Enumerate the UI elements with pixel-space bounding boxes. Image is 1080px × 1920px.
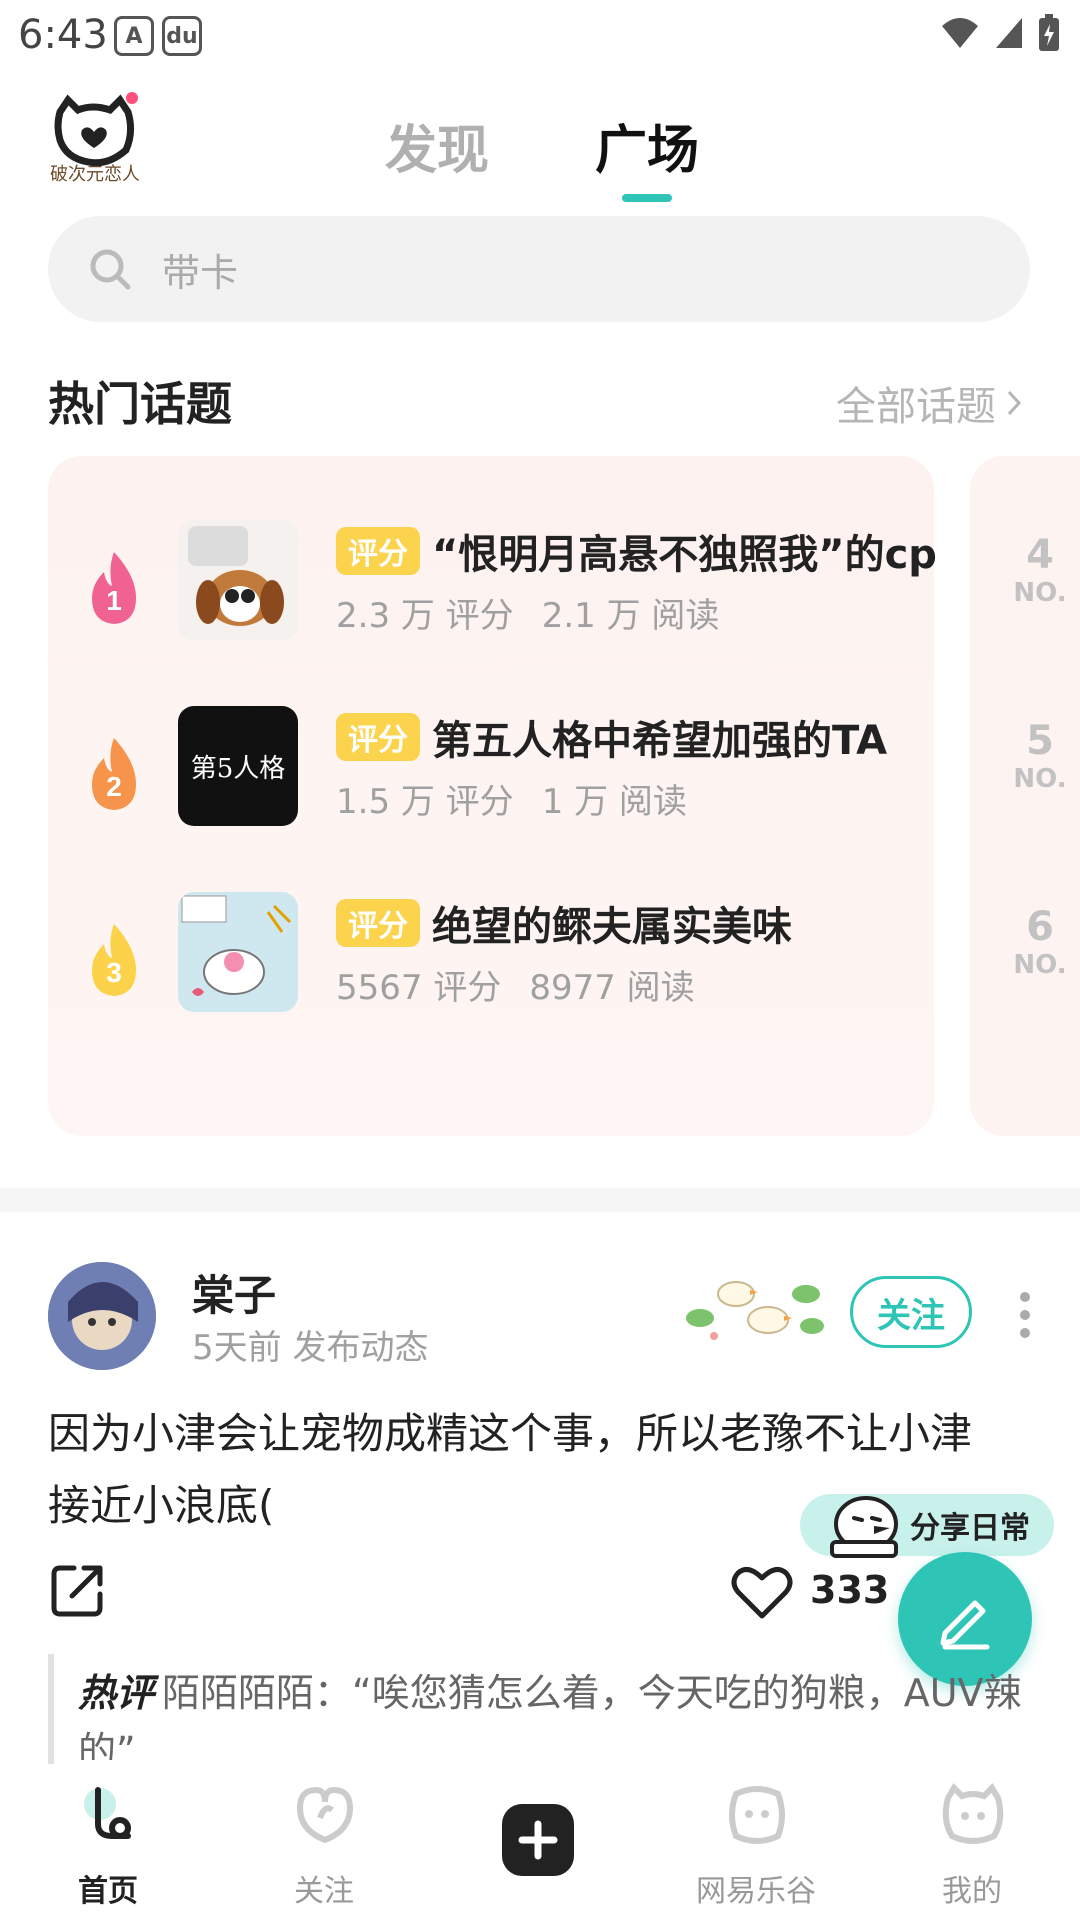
share-icon[interactable] [48,1560,108,1620]
svg-text:3: 3 [106,957,122,988]
post-username[interactable]: 棠子 [192,1262,276,1323]
topic-3-ratings: 5567 评分 [336,968,502,1008]
topic-2-ratings: 1.5 万 评分 [336,782,514,822]
search-placeholder: 带卡 [162,250,239,295]
nav-add[interactable] [470,1764,610,1920]
hot-topics-title: 热门话题 [48,377,232,431]
hot-comment[interactable]: 热评 陌陌陌陌：“唉您猜怎么着，今天吃的狗粮，AUV辣的” [78,1664,1038,1760]
post-meta: 5天前 发布动态 [192,1328,429,1368]
topic-3-thumbnail [178,892,298,1012]
topic-3-title: 绝望的鳏夫属实美味 [432,904,792,950]
nav-follow[interactable]: 关注 [254,1764,394,1920]
topic-1-stats: 2.3 万 评分 2.1 万 阅读 [336,588,719,637]
rank-2-flame-icon: 2 [92,738,136,810]
topic-row-3[interactable]: 3 评分 绝望的鳏夫属实美味 5567 评分 8977 阅读 [48,872,934,1032]
nav-profile-label: 我的 [942,1874,1002,1909]
side-rank-6: 6 NO. [1000,904,1080,980]
avatar[interactable] [48,1262,156,1370]
home-icon [84,1787,131,1839]
topic-2-title: 第五人格中希望加强的TA [432,718,888,764]
status-bar: 6:43 A du [0,0,1080,72]
like-count: 333 [810,1568,890,1612]
nav-home-label: 首页 [78,1874,138,1909]
topic-1-ratings: 2.3 万 评分 [336,596,514,636]
chevron-right-icon [1007,390,1022,416]
topic-3-stats: 5567 评分 8977 阅读 [336,960,695,1009]
side-rank-no: NO. [1013,578,1067,608]
hot-comment-text: 陌陌陌陌：“唉您猜怎么着，今天吃的狗粮，AUV辣的” [78,1671,1022,1760]
nav-home[interactable]: 首页 [38,1764,178,1920]
topic-row-1[interactable]: 1 评分 “恨明月高悬不独照我”的cp 2.3 万 评分 2.1 万 阅读 [48,500,937,660]
topic-2-thumbnail: 第5人格 [178,706,298,826]
nav-profile[interactable]: 我的 [902,1764,1042,1920]
search-icon [90,249,131,290]
side-rank-number: 6 [1026,904,1054,950]
section-divider [0,1188,1080,1212]
topic-3-title-line: 评分 绝望的鳏夫属实美味 [336,894,792,952]
topic-1-title-line: 评分 “恨明月高悬不独照我”的cp [336,522,937,580]
side-rank-no: NO. [1013,764,1067,794]
hot-topics-card: 1 评分 “恨明月高悬不独照我”的cp 2.3 万 评分 2.1 万 阅读 2 第… [48,456,937,1136]
add-icon [502,1804,574,1876]
follow-button[interactable]: 关注 [850,1276,972,1348]
side-rank-number: 4 [1026,532,1054,578]
svg-text:2: 2 [106,771,122,802]
topic-2-reads: 1 万 阅读 [541,782,687,822]
hot-comment-tag: 热评 [78,1671,155,1715]
like-heart-icon[interactable] [730,1564,794,1620]
score-badge: 评分 [336,527,420,575]
bottom-nav: 首页 关注 网易乐谷 我的 [0,1764,1080,1920]
topic-2-title-line: 评分 第五人格中希望加强的TA [336,708,887,766]
ducks-decoration-icon [686,1281,824,1340]
side-rank-number: 5 [1026,718,1054,764]
all-topics-label: 全部话题 [836,384,996,430]
score-badge: 评分 [336,899,420,947]
app-logo-text: 破次元恋人 [50,164,140,185]
share-daily-label: 分享日常 [910,1511,1030,1546]
all-topics-link[interactable]: 全部话题 [836,374,1024,432]
topic-1-thumbnail [178,520,298,640]
active-tab-indicator [622,194,672,202]
topic-3-reads: 8977 阅读 [529,968,695,1008]
pencil-icon [940,1600,990,1650]
svg-text:1: 1 [106,585,122,616]
nav-follow-label: 关注 [294,1874,354,1909]
side-rank-5: 5 NO. [1000,718,1080,794]
profile-icon [942,1783,1004,1844]
status-indicators [940,14,1060,52]
status-time: 6:43 [18,12,108,58]
score-badge: 评分 [336,713,420,761]
more-options-icon[interactable] [1018,1290,1032,1340]
battery-icon [1039,14,1059,51]
side-rank-4: 4 NO. [1000,532,1080,608]
nav-lego[interactable]: 网易乐谷 [686,1764,826,1920]
side-rank-no: NO. [1013,950,1067,980]
rank-3-flame-icon: 3 [92,924,136,996]
baidu-app-icon: du [162,16,202,56]
notification-app-icon: A [114,16,154,56]
tab-discover[interactable]: 发现 [385,108,489,183]
search-bar[interactable]: 带卡 [48,216,1030,322]
hot-comment-bar [48,1654,54,1764]
wifi-icon [942,18,978,48]
signal-icon [996,18,1022,48]
lego-icon [729,1786,785,1844]
topic-2-stats: 1.5 万 评分 1 万 阅读 [336,774,687,823]
topic-1-reads: 2.1 万 阅读 [541,596,720,636]
follow-icon [296,1786,354,1844]
nav-lego-label: 网易乐谷 [696,1874,816,1909]
duck-mascot-icon [830,1496,898,1558]
topic-2-thumb-text: 第5人格 [190,753,286,784]
rank-1-flame-icon: 1 [92,552,136,624]
tab-square[interactable]: 广场 [595,108,699,183]
topic-row-2[interactable]: 2 第5人格 评分 第五人格中希望加强的TA 1.5 万 评分 1 万 阅读 [48,686,934,846]
topic-1-title: “恨明月高悬不独照我”的cp [432,532,937,578]
